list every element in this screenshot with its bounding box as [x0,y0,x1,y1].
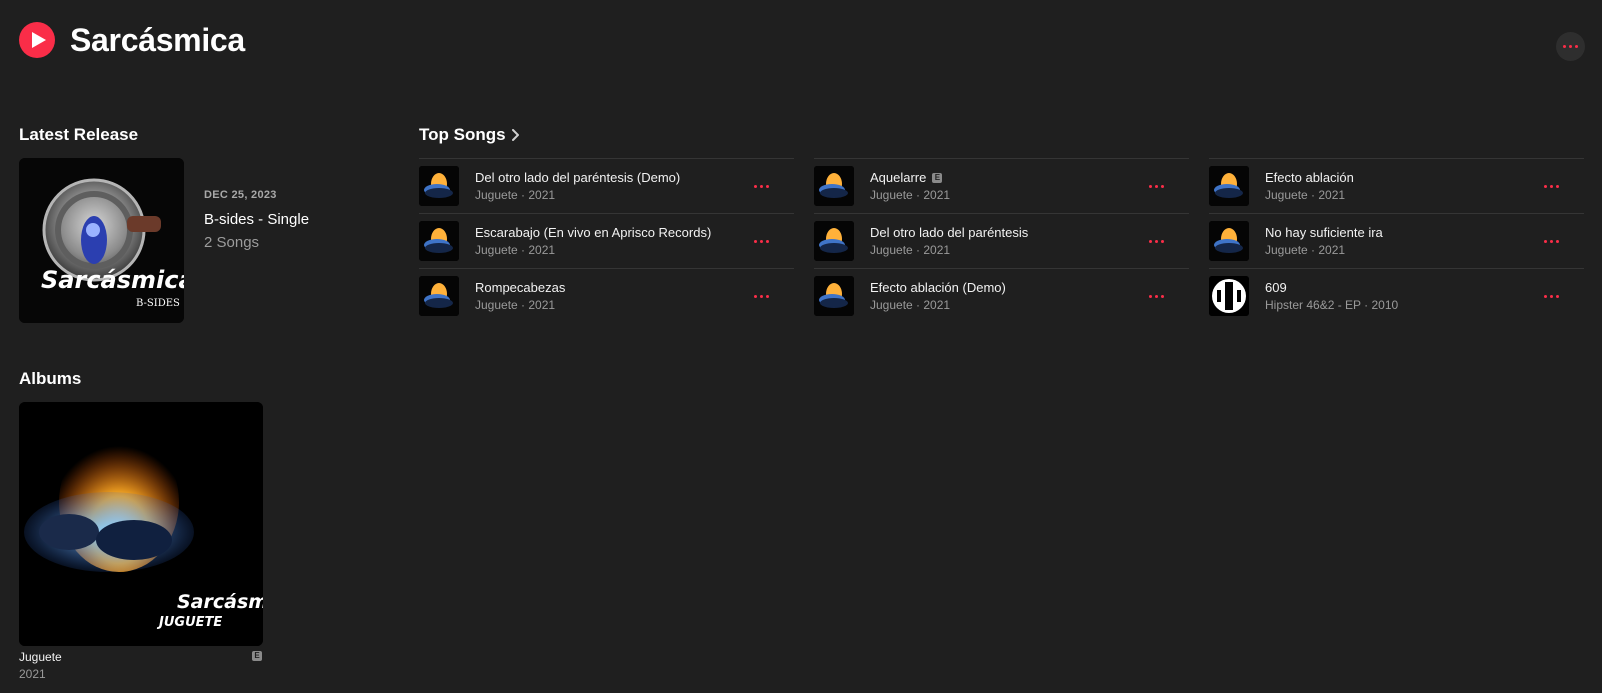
song-more-button[interactable] [1539,174,1563,198]
song-text: Aquelarre E Juguete · 2021 [870,170,1144,202]
latest-art-logo: Sarcásmica [41,266,184,294]
artist-name: Sarcásmica [70,21,245,58]
song-artwork [814,221,854,261]
song-title: Efecto ablación [1265,170,1354,185]
song-text: Rompecabezas Juguete · 2021 [475,280,749,312]
song-subtitle: Juguete · 2021 [475,298,556,312]
latest-art-subtext: B-SIDES [136,298,180,309]
song-title: Aquelarre [870,170,927,185]
album-year: 2021 [19,667,46,681]
more-dots-icon [753,184,769,188]
song-title-line: Efecto ablación (Demo) [870,280,1144,295]
song-subtitle: Juguete · 2021 [1265,188,1346,202]
artist-page: Sarcásmica Latest Release Sarcásmica B-S… [0,0,1602,693]
song-title-line: Rompecabezas [475,280,749,295]
albums-heading: Albums [19,369,82,388]
more-dots-icon [1543,294,1559,298]
song-subtitle: Juguete · 2021 [475,188,556,202]
artist-header: Sarcásmica [19,22,245,58]
song-more-button[interactable] [1539,229,1563,253]
song-artwork [814,276,854,316]
song-artwork [419,276,459,316]
song-artwork [1209,276,1249,316]
song-more-button[interactable] [749,229,773,253]
song-title: No hay suficiente ira [1265,225,1383,240]
song-subtitle: Juguete · 2021 [870,243,951,257]
song-title: Escarabajo (En vivo en Aprisco Records) [475,225,712,240]
song-title-line: Aquelarre E [870,170,1144,185]
song-subtitle: Juguete · 2021 [870,298,951,312]
song-more-button[interactable] [1144,284,1168,308]
album-artwork[interactable]: Sarcásmica JUGUETE [19,402,263,646]
song-title: Efecto ablación (Demo) [870,280,1006,295]
more-dots-icon [1563,45,1578,48]
song-row[interactable]: Del otro lado del paréntesis Juguete · 20… [814,213,1189,268]
song-title: Del otro lado del paréntesis (Demo) [475,170,681,185]
song-subtitle: Juguete · 2021 [870,188,951,202]
more-dots-icon [753,294,769,298]
more-dots-icon [1148,294,1164,298]
latest-release-info: DEC 25, 2023 B-sides - Single 2 Songs [204,189,309,251]
song-text: No hay suficiente ira Juguete · 2021 [1265,225,1539,257]
song-row[interactable]: Rompecabezas Juguete · 2021 [419,268,794,323]
song-title-line: 609 [1265,280,1539,295]
song-row[interactable]: Aquelarre E Juguete · 2021 [814,158,1189,213]
song-subtitle: Juguete · 2021 [1265,243,1346,257]
top-songs-grid: Del otro lado del paréntesis (Demo) Jugue… [419,158,1584,323]
song-row[interactable]: Efecto ablación Juguete · 2021 [1209,158,1584,213]
top-songs-link[interactable]: Top Songs [419,125,519,145]
song-row[interactable]: Del otro lado del paréntesis (Demo) Jugue… [419,158,794,213]
song-artwork [814,166,854,206]
release-title[interactable]: B-sides - Single [204,211,309,228]
song-title: Del otro lado del paréntesis [870,225,1029,240]
song-title-line: Del otro lado del paréntesis [870,225,1144,240]
song-subtitle: Juguete · 2021 [475,243,556,257]
latest-release-artwork[interactable]: Sarcásmica B-SIDES [19,158,184,323]
song-artwork [419,221,459,261]
song-row[interactable]: No hay suficiente ira Juguete · 2021 [1209,213,1584,268]
song-row[interactable]: Efecto ablación (Demo) Juguete · 2021 [814,268,1189,323]
explicit-badge: E [932,172,943,183]
album-title[interactable]: Juguete [19,650,62,664]
song-more-button[interactable] [1539,284,1563,308]
song-row[interactable]: Escarabajo (En vivo en Aprisco Records) J… [419,213,794,268]
song-text: Del otro lado del paréntesis (Demo) Jugue… [475,170,749,202]
song-title: 609 [1265,280,1287,295]
song-text: Efecto ablación (Demo) Juguete · 2021 [870,280,1144,312]
more-dots-icon [1543,239,1559,243]
more-dots-icon [1543,184,1559,188]
album-art-logo: Sarcásmica [177,591,263,613]
song-text: 609 Hipster 46&2 - EP · 2010 [1265,280,1539,312]
song-more-button[interactable] [1144,174,1168,198]
release-date: DEC 25, 2023 [204,189,277,201]
artist-more-button[interactable] [1556,32,1585,61]
top-songs-heading: Top Songs [419,125,506,144]
song-row[interactable]: 609 Hipster 46&2 - EP · 2010 [1209,268,1584,323]
more-dots-icon [1148,239,1164,243]
song-more-button[interactable] [1144,229,1168,253]
song-title-line: Escarabajo (En vivo en Aprisco Records) [475,225,749,240]
song-more-button[interactable] [749,174,773,198]
album-art-subtext: JUGUETE [156,615,222,630]
more-dots-icon [1148,184,1164,188]
song-text: Efecto ablación Juguete · 2021 [1265,170,1539,202]
song-title-line: Del otro lado del paréntesis (Demo) [475,170,749,185]
more-dots-icon [753,239,769,243]
song-artwork [1209,166,1249,206]
song-title-line: No hay suficiente ira [1265,225,1539,240]
song-artwork [419,166,459,206]
play-icon [31,32,46,48]
song-subtitle: Hipster 46&2 - EP · 2010 [1265,298,1399,312]
song-more-button[interactable] [749,284,773,308]
release-song-count: 2 Songs [204,234,260,251]
play-button[interactable] [19,22,55,58]
latest-release-heading: Latest Release [19,125,139,144]
song-text: Del otro lado del paréntesis Juguete · 20… [870,225,1144,257]
song-artwork [1209,221,1249,261]
song-title: Rompecabezas [475,280,566,295]
chevron-right-icon [511,129,519,141]
explicit-badge: E [252,651,262,661]
song-title-line: Efecto ablación [1265,170,1539,185]
song-text: Escarabajo (En vivo en Aprisco Records) J… [475,225,749,257]
